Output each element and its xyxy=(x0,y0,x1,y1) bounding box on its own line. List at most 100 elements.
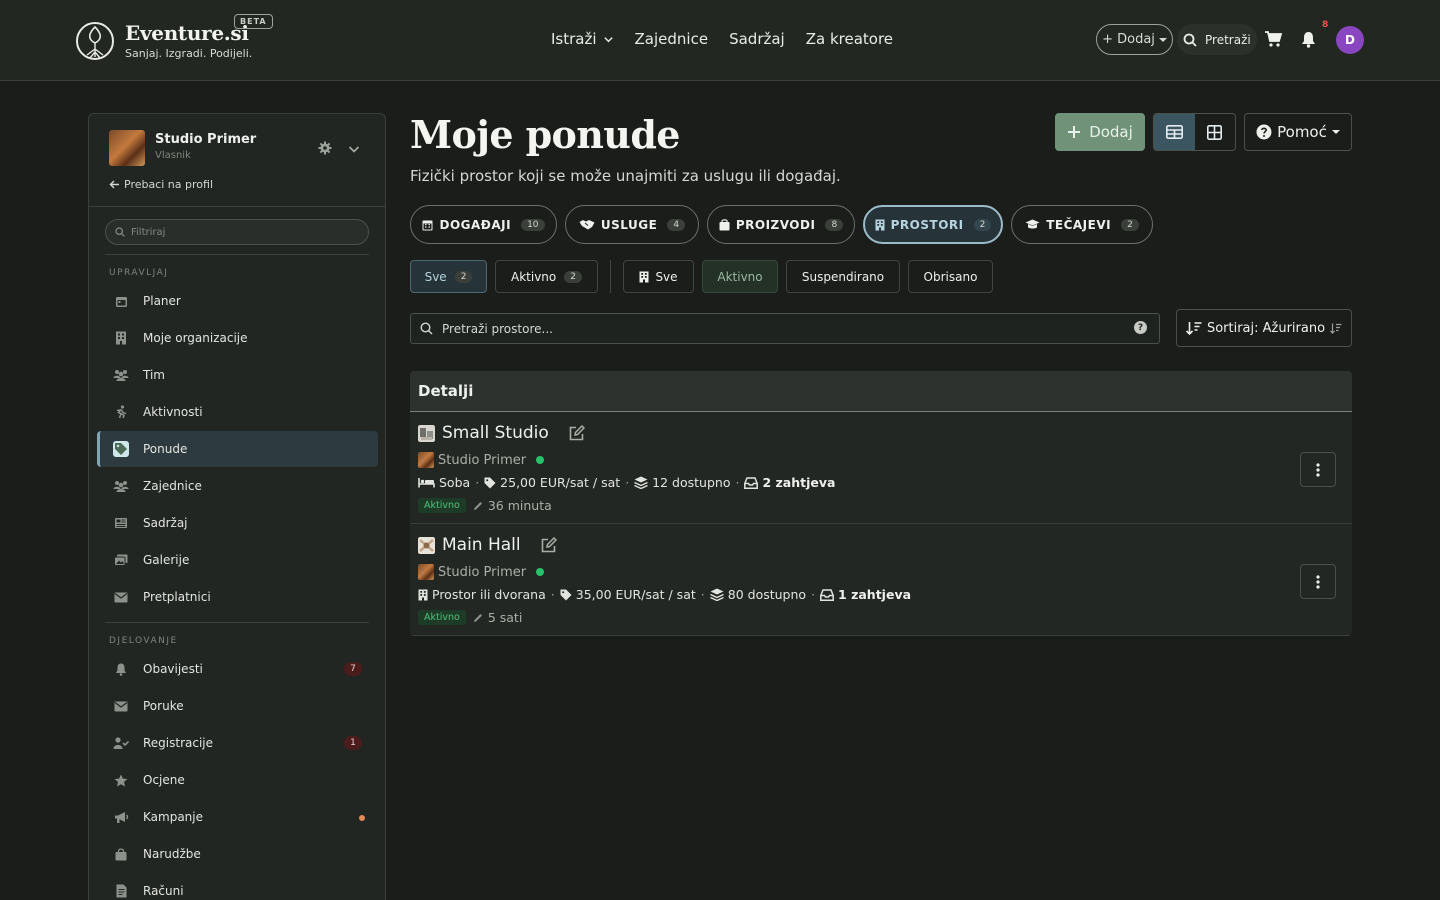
sidebar-item-ratings[interactable]: Ocjene xyxy=(97,762,378,798)
tab-events[interactable]: DOGAĐAJI 10 xyxy=(410,205,557,244)
tab-spaces[interactable]: PROSTORI 2 xyxy=(863,205,1003,244)
help-dropdown-button[interactable]: Pomoć xyxy=(1244,113,1352,151)
team-icon xyxy=(113,367,129,383)
section-divider xyxy=(105,622,369,623)
building-icon xyxy=(875,219,885,230)
switch-profile-link[interactable]: Prebaci na profil xyxy=(109,178,213,191)
sidebar-item-organizations[interactable]: Moje organizacije xyxy=(97,320,378,356)
brand-tagline: Sanjaj. Izgradi. Podijeli. xyxy=(125,47,253,60)
online-status-dot xyxy=(536,568,545,576)
tag-icon xyxy=(560,589,572,600)
sidebar-item-subscribers[interactable]: Pretplatnici xyxy=(97,579,378,615)
sidebar-item-orders[interactable]: Narudžbe xyxy=(97,836,378,872)
inbox-icon xyxy=(744,476,759,489)
registrations-count-badge: 1 xyxy=(344,736,362,750)
gear-icon[interactable] xyxy=(318,141,332,155)
offer-org: Studio Primer xyxy=(418,564,545,580)
main-nav: Istraži Zajednice Sadržaj Za kreatore xyxy=(551,30,893,48)
pencil-icon xyxy=(473,501,482,510)
sidebar-item-communities[interactable]: Zajednice xyxy=(97,468,378,504)
nav-communities[interactable]: Zajednice xyxy=(635,30,709,48)
tab-products[interactable]: PROIZVODI 8 xyxy=(707,205,855,244)
filter-status-suspended[interactable]: Suspendirano xyxy=(786,260,900,293)
offer-title[interactable]: Main Hall xyxy=(418,535,557,555)
tab-count: 8 xyxy=(825,218,844,231)
sidebar-divider xyxy=(89,206,385,207)
tree-logo-icon[interactable] xyxy=(75,21,115,61)
nav-explore[interactable]: Istraži xyxy=(551,30,614,48)
filter-separator xyxy=(610,260,611,293)
section-label-act: DJELOVANJE xyxy=(109,636,178,646)
sidebar-item-offers[interactable]: Ponude xyxy=(97,431,378,467)
page-subtitle: Fizički prostor koji se može unajmiti za… xyxy=(410,167,841,185)
sidebar-item-messages[interactable]: Poruke xyxy=(97,688,378,724)
tag-icon xyxy=(113,441,129,457)
edit-icon[interactable] xyxy=(540,536,557,554)
table-view-button[interactable] xyxy=(1154,114,1195,150)
offer-title[interactable]: Small Studio xyxy=(418,423,585,443)
more-vertical-icon xyxy=(1316,574,1320,589)
sidebar-item-activities[interactable]: Aktivnosti xyxy=(97,394,378,430)
calendar-icon xyxy=(113,293,129,309)
layers-icon xyxy=(634,476,648,489)
edit-icon[interactable] xyxy=(568,424,585,442)
row-actions-button[interactable] xyxy=(1300,452,1336,487)
sidebar-item-content[interactable]: Sadržaj xyxy=(97,505,378,541)
table-row: Small Studio Studio Primer Soba · 25,00 E… xyxy=(410,412,1352,524)
search-help-icon[interactable]: ? xyxy=(1134,321,1147,334)
top-add-button[interactable]: + Dodaj xyxy=(1096,24,1173,55)
bell-icon[interactable] xyxy=(1300,31,1317,48)
sidebar: Studio Primer Vlasnik Prebaci na profil … xyxy=(88,113,386,900)
row-actions-button[interactable] xyxy=(1300,564,1336,599)
brand-name[interactable]: Eventure.si xyxy=(125,21,249,45)
sort-button[interactable]: Sortiraj: Ažurirano xyxy=(1176,309,1352,347)
top-search-button[interactable]: Pretraži xyxy=(1177,24,1257,55)
sidebar-item-team[interactable]: Tim xyxy=(97,357,378,393)
filter-status-all[interactable]: Sve xyxy=(623,260,694,293)
envelope-icon xyxy=(113,698,129,714)
user-avatar[interactable]: D xyxy=(1336,26,1364,54)
offer-meta: Soba · 25,00 EUR/sat / sat · 12 dostupno · … xyxy=(418,475,835,490)
sidebar-item-campaigns[interactable]: Kampanje xyxy=(97,799,378,835)
campaigns-status-dot xyxy=(359,815,365,821)
space-thumbnail-icon xyxy=(418,424,435,442)
nav-content[interactable]: Sadržaj xyxy=(729,30,785,48)
sidebar-item-planer[interactable]: Planer xyxy=(97,283,378,319)
filter-status-deleted[interactable]: Obrisano xyxy=(908,260,993,293)
search-icon xyxy=(420,322,433,335)
sidebar-item-registrations[interactable]: Registracije 1 xyxy=(97,725,378,761)
megaphone-icon xyxy=(113,809,129,825)
sidebar-item-galleries[interactable]: Galerije xyxy=(97,542,378,578)
caret-down-icon xyxy=(1158,37,1167,42)
org-role: Vlasnik xyxy=(155,150,191,161)
tab-courses[interactable]: TEČAJEVI 2 xyxy=(1011,205,1153,244)
bed-icon xyxy=(418,478,435,488)
cart-icon[interactable] xyxy=(1264,30,1282,48)
filter-all-left[interactable]: Sve 2 xyxy=(410,260,487,293)
org-avatar xyxy=(418,564,434,580)
sidebar-item-notifications[interactable]: Obavijesti 7 xyxy=(97,651,378,687)
filter-count: 2 xyxy=(454,270,473,283)
offer-status: Aktivno 5 sati xyxy=(418,610,522,625)
question-circle-icon xyxy=(1256,124,1272,140)
grid-view-icon xyxy=(1207,124,1223,140)
search-icon xyxy=(115,227,125,237)
tab-services[interactable]: USLUGE 4 xyxy=(565,205,699,244)
add-offer-button[interactable]: Dodaj xyxy=(1055,113,1145,151)
offer-org: Studio Primer xyxy=(418,452,545,468)
top-bar: Eventure.si BETA Sanjaj. Izgradi. Podije… xyxy=(0,0,1440,81)
grid-view-button[interactable] xyxy=(1195,114,1236,150)
filter-input[interactable]: Filtriraj xyxy=(105,219,369,245)
spaces-search-input[interactable]: Pretraži prostore... xyxy=(410,313,1160,344)
tab-count: 2 xyxy=(973,218,992,231)
section-label-manage: UPRAVLJAJ xyxy=(109,268,169,278)
nav-creators[interactable]: Za kreatore xyxy=(806,30,893,48)
tab-count: 10 xyxy=(521,218,545,231)
filter-status-active[interactable]: Aktivno xyxy=(702,260,778,293)
chevron-down-icon[interactable] xyxy=(348,143,360,155)
filter-active-left[interactable]: Aktivno 2 xyxy=(495,260,598,293)
community-icon xyxy=(113,478,129,494)
sidebar-item-invoices[interactable]: Računi xyxy=(97,873,378,900)
building-icon xyxy=(639,271,649,282)
calendar-icon xyxy=(422,220,433,230)
